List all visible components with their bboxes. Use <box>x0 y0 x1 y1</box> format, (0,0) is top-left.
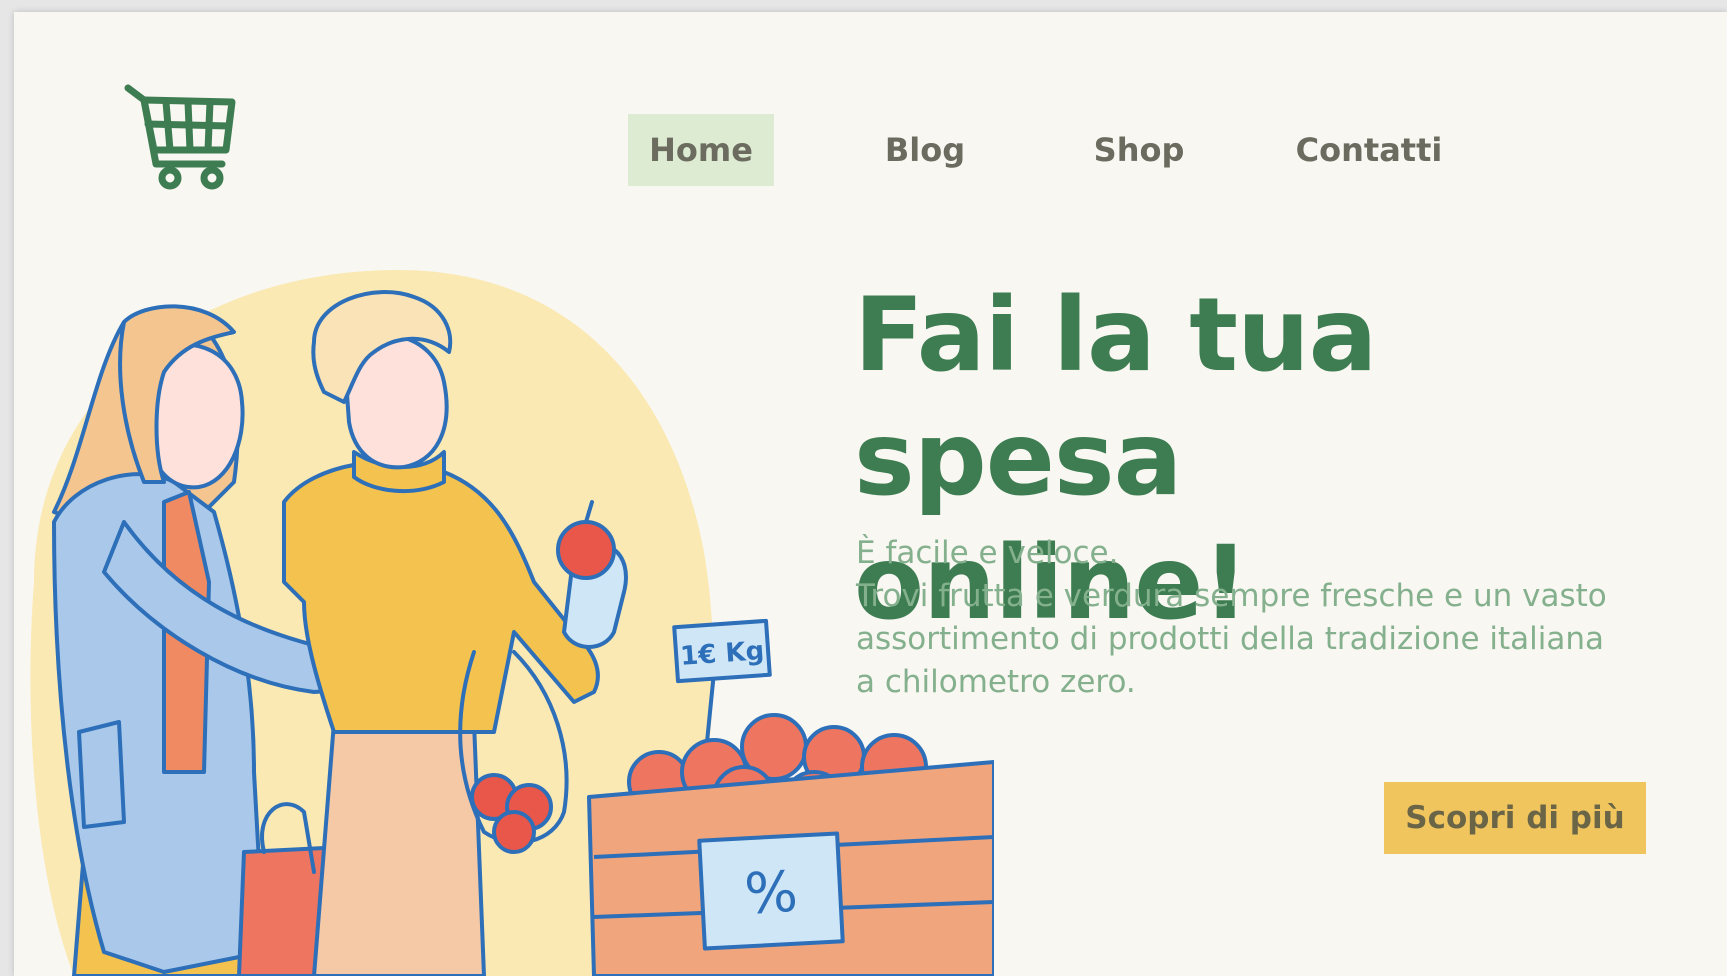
shoppers-illustration: 1€ Kg % <box>30 269 996 976</box>
page: Home Blog Shop Contatti Fai la tua spesa… <box>14 12 1727 976</box>
discover-more-button[interactable]: Scopri di più <box>1384 782 1646 854</box>
nav-blog[interactable]: Blog <box>852 114 998 186</box>
crate-label-text: % <box>743 860 800 928</box>
nav-contatti[interactable]: Contatti <box>1276 114 1462 186</box>
nav-home[interactable]: Home <box>628 114 774 186</box>
main-nav: Home Blog Shop Contatti <box>14 114 1727 186</box>
hero-illustration: 1€ Kg % <box>14 252 996 976</box>
price-tag-text: 1€ Kg <box>679 636 765 672</box>
nav-shop[interactable]: Shop <box>1066 114 1212 186</box>
